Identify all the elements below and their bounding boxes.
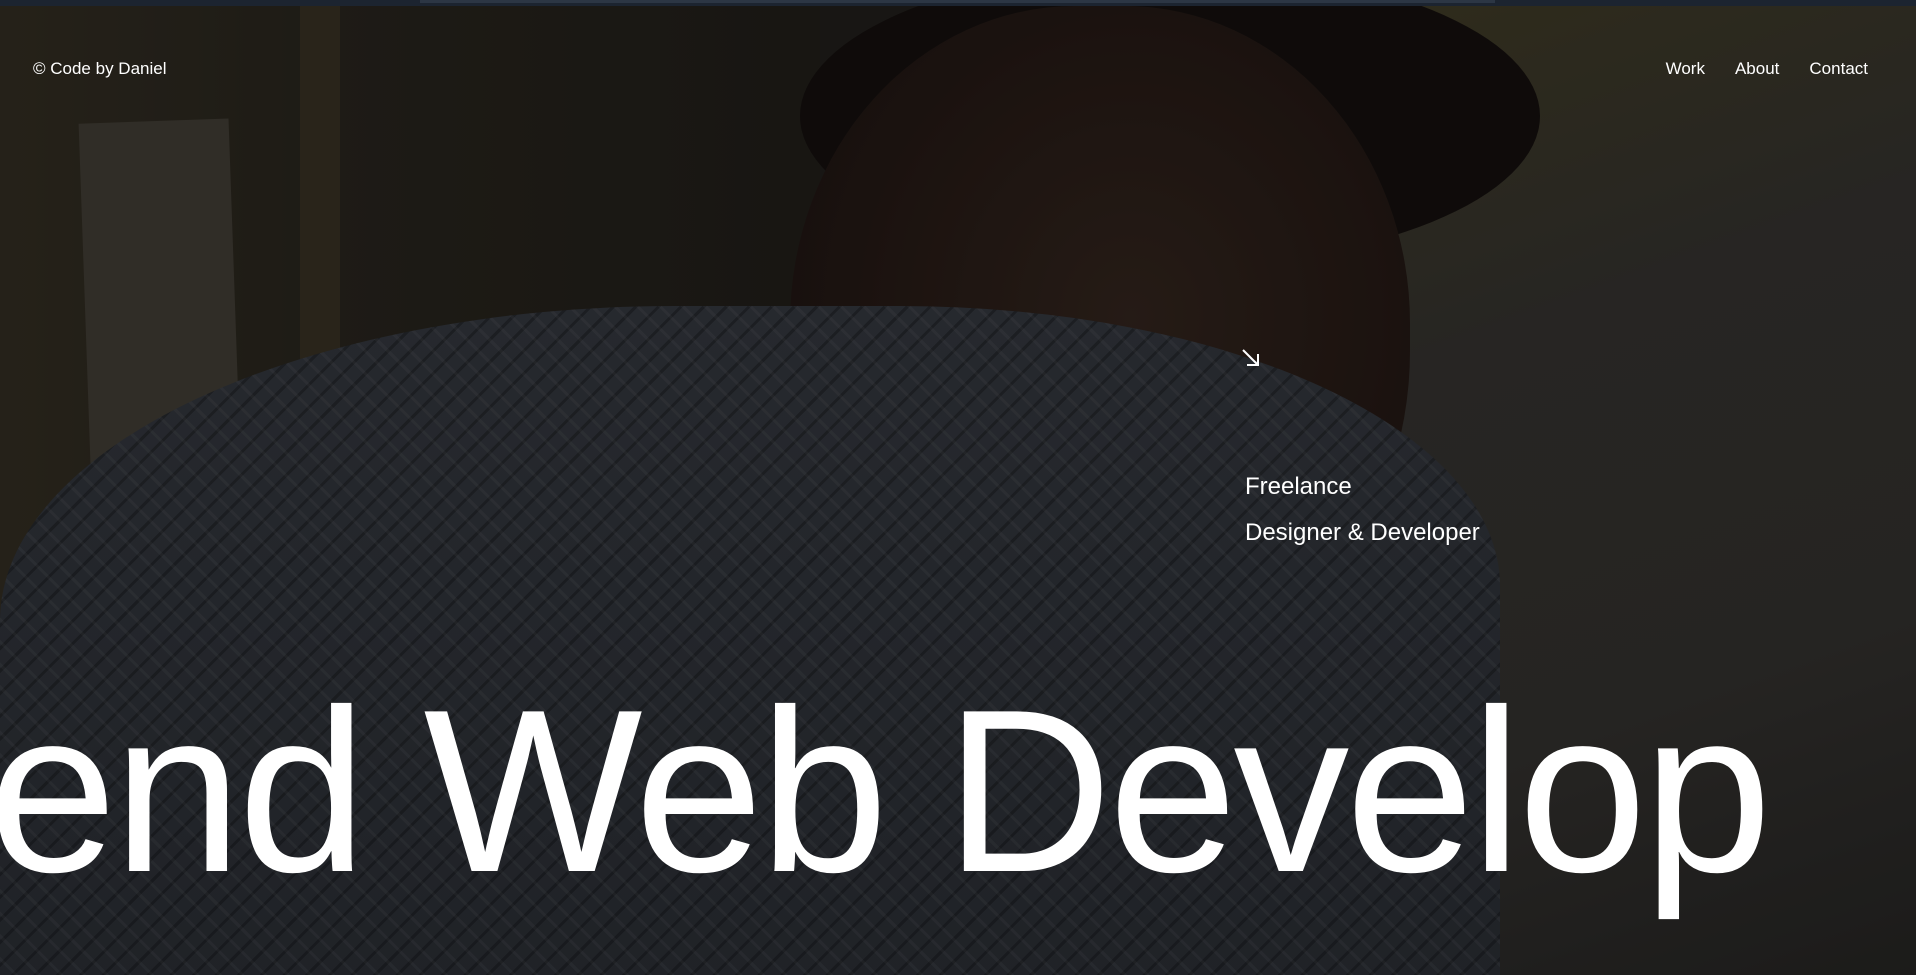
tagline-line-2: Designer & Developer [1245, 519, 1480, 546]
nav-link-contact[interactable]: Contact [1809, 59, 1868, 79]
tagline-line-1: Freelance [1245, 473, 1352, 500]
brand-logo-link[interactable]: © Code by Daniel [33, 59, 167, 79]
hero-section: Freelance Designer & Developer end Web D… [0, 6, 1916, 975]
scroll-indicator [420, 0, 1495, 3]
nav-link-work[interactable]: Work [1666, 59, 1705, 79]
hero-tagline: Freelance Designer & Developer [1245, 464, 1480, 556]
hero-marquee-text: end Web Develop [0, 662, 1772, 921]
arrow-down-right-icon [1242, 349, 1259, 366]
nav-link-about[interactable]: About [1735, 59, 1779, 79]
main-nav: Work About Contact [1666, 59, 1868, 79]
